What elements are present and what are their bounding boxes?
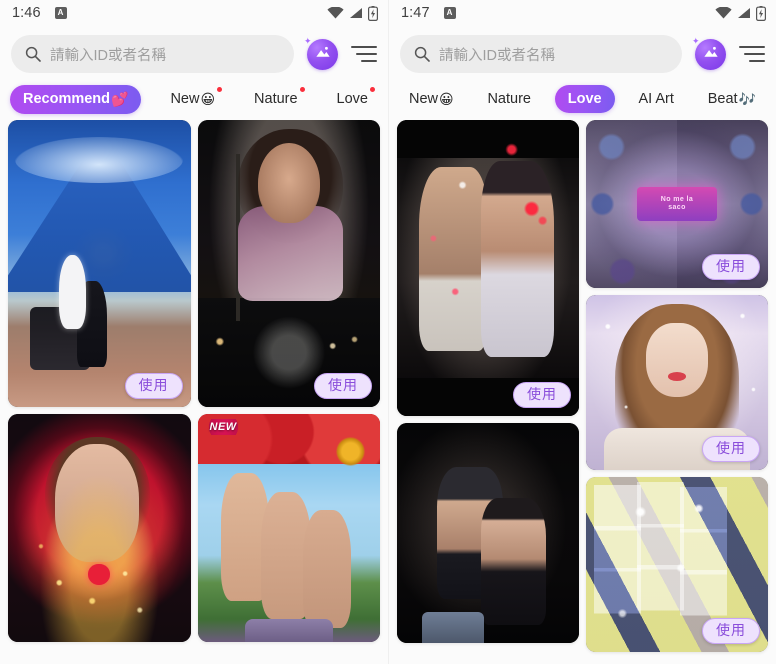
tab-nature[interactable]: Nature [477,86,541,112]
status-bar-app-icon [443,7,456,19]
tab-emoji: 😀 [200,90,216,107]
tab-love[interactable]: Love [327,86,378,112]
tab-new[interactable]: New 😀 [399,86,464,113]
status-bar-icons [715,5,766,21]
category-tabs-left[interactable]: Recommend 💕 New 😀 Nature Love [0,78,388,120]
template-card[interactable]: NEW [197,414,380,642]
tab-nature[interactable]: Nature [244,86,308,112]
tab-label: Love [336,91,368,107]
grid-column-2: No me la saco 使用 使用 使用 [586,120,768,652]
search-icon [414,46,430,62]
hamburger-menu-icon[interactable] [351,42,377,66]
search-icon [25,46,41,62]
template-card[interactable]: 使用 [586,295,768,470]
status-bar-icons [327,5,378,21]
card-artwork [8,120,191,407]
template-card[interactable] [8,414,191,642]
card-artwork [197,120,380,407]
tab-label: AI Art [638,91,674,107]
art-jeans [422,612,485,643]
status-bar: 1:46 [0,0,388,26]
template-card[interactable]: No me la saco 使用 [586,120,768,288]
search-input[interactable]: 請輸入ID或者名稱 [11,35,294,73]
sparkle-icon: ✦ [304,35,312,46]
category-tabs-right[interactable]: New 😀 Nature Love AI Art Beat 🎶 [389,78,776,120]
art-girl-3 [303,509,351,629]
tab-love[interactable]: Love [554,85,615,113]
search-input[interactable]: 請輸入ID或者名稱 [400,35,682,73]
image-avatar-icon[interactable]: ✦ [304,35,338,70]
status-bar: 1:47 [389,0,776,26]
search-placeholder: 請輸入ID或者名稱 [439,47,555,64]
new-badge: NEW [204,419,242,435]
art-person-2 [480,497,547,626]
search-row: 請輸入ID或者名稱 ✦ [0,26,388,78]
tab-emoji: 😀 [439,90,454,107]
wifi-icon [327,7,344,19]
template-card[interactable]: 使用 [8,120,191,407]
art-sparkles [8,414,191,642]
battery-charging-icon [368,5,378,21]
art-face [257,142,320,224]
tab-beat[interactable]: Beat 🎶 [698,86,766,113]
search-placeholder: 請輸入ID或者名稱 [50,47,166,64]
status-bar-app-icon [54,7,67,19]
tab-notification-dot [369,87,375,92]
tab-emoji: 💕 [111,90,129,107]
use-button[interactable]: 使用 [124,372,183,399]
template-card[interactable]: 使用 [197,120,380,407]
tab-notification-dot [217,86,223,92]
tab-label: Nature [254,91,298,107]
template-card[interactable]: 使用 [586,477,768,652]
tab-label: Recommend [23,91,111,107]
hamburger-menu-icon[interactable] [739,42,765,66]
battery-charging-icon [756,5,766,21]
sparkle-icon: ✦ [692,35,700,46]
grid-column-1: 使用 [8,120,191,642]
tab-label: Nature [487,91,531,107]
grid-column-1: 使用 [397,120,579,643]
use-button[interactable]: 使用 [702,617,760,644]
tab-emoji: 🎶 [738,90,756,107]
avatar-picture-glyph [313,42,332,66]
card-artwork [8,414,191,642]
tab-notification-dot [299,87,305,92]
dual-screenshot-container: 1:46 A 請輸入ID或者名稱 ✦ Recommend 💕 New 😀 Nat… [0,0,777,664]
use-button[interactable]: 使用 [702,253,760,280]
wifi-icon [715,7,732,19]
use-button[interactable]: 使用 [702,435,760,462]
phone-screen-right: 1:47 A 請輸入ID或者名稱 ✦ New 😀 Nature Love AI … [388,0,776,664]
status-bar-clock: 1:47 [401,5,430,21]
image-avatar-icon[interactable]: ✦ [692,35,726,70]
template-grid-right: 使用 No me la saco 使用 使用 使用 [389,120,776,664]
tab-new[interactable]: New 😀 [160,86,225,113]
tab-label: New [170,91,200,107]
template-card[interactable]: 使用 [397,120,579,416]
card-artwork [397,423,579,643]
tab-ai-art[interactable]: AI Art [628,86,683,112]
tab-label: New [409,91,439,107]
card-artwork [197,414,380,642]
use-button[interactable]: 使用 [513,381,571,408]
status-bar-clock: 1:46 [12,5,41,21]
search-row: 請輸入ID或者名稱 ✦ [389,26,776,78]
art-car [244,619,333,642]
art-heart-particles [397,120,579,416]
art-hand-cursor [59,254,87,330]
card-artwork [397,120,579,416]
tab-label: Love [567,91,602,107]
tab-label: Beat [707,91,738,107]
use-button[interactable]: 使用 [314,372,372,399]
signal-icon [349,7,363,19]
tab-recommend[interactable]: Recommend 💕 [10,84,142,114]
avatar-picture-glyph [701,42,720,66]
phone-screen-left: 1:46 A 請輸入ID或者名稱 ✦ Recommend 💕 New 😀 Nat… [0,0,388,664]
art-neon-sign: No me la saco [636,187,718,221]
signal-icon [737,7,751,19]
template-grid-left: 使用 使用 NEW [0,120,388,664]
template-card[interactable] [397,423,579,643]
grid-column-2: 使用 NEW [197,120,380,642]
